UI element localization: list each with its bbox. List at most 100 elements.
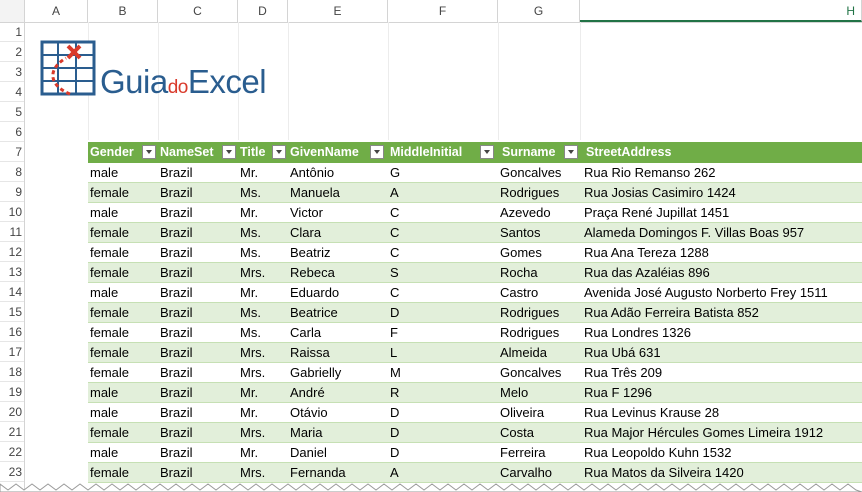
row-header[interactable]: 4 (0, 82, 24, 102)
table-cell[interactable]: Clara (290, 223, 321, 243)
row-header[interactable]: 19 (0, 382, 24, 402)
column-header-d[interactable]: D (238, 0, 288, 22)
table-cell[interactable]: F (390, 323, 398, 343)
table-cell[interactable]: female (90, 343, 129, 363)
row-header[interactable]: 18 (0, 362, 24, 382)
table-cell[interactable]: Rua Levinus Krause 28 (584, 403, 719, 423)
table-cell[interactable]: Melo (500, 383, 528, 403)
row-header[interactable]: 2 (0, 42, 24, 62)
table-cell[interactable]: Daniel (290, 443, 327, 463)
table-cell[interactable]: Rua Major Hércules Gomes Limeira 1912 (584, 423, 823, 443)
table-cell[interactable]: L (390, 343, 397, 363)
table-cell[interactable]: A (390, 183, 399, 203)
table-cell[interactable]: Rua F 1296 (584, 383, 652, 403)
table-cell[interactable]: Ms. (240, 243, 261, 263)
table-cell[interactable]: Mrs. (240, 423, 265, 443)
header-nameset[interactable]: NameSet (158, 142, 214, 163)
table-cell[interactable]: Rodrigues (500, 183, 559, 203)
table-cell[interactable]: C (390, 203, 399, 223)
table-cell[interactable]: Rua Leopoldo Kuhn 1532 (584, 443, 731, 463)
table-cell[interactable]: Rua Londres 1326 (584, 323, 691, 343)
table-cell[interactable]: Raissa (290, 343, 330, 363)
select-all-corner[interactable] (0, 0, 25, 22)
filter-dropdown-icon[interactable] (370, 145, 384, 159)
column-header-c[interactable]: C (158, 0, 238, 22)
table-cell[interactable]: male (90, 283, 118, 303)
table-cell[interactable]: Rua Josias Casimiro 1424 (584, 183, 736, 203)
table-cell[interactable]: C (390, 283, 399, 303)
table-cell[interactable]: Ferreira (500, 443, 546, 463)
row-header[interactable]: 21 (0, 422, 24, 442)
table-cell[interactable]: Castro (500, 283, 538, 303)
table-cell[interactable]: Maria (290, 423, 323, 443)
table-cell[interactable]: S (390, 263, 399, 283)
table-cell[interactable]: Brazil (160, 443, 193, 463)
table-cell[interactable]: female (90, 423, 129, 443)
row-header[interactable]: 13 (0, 262, 24, 282)
table-cell[interactable]: Ms. (240, 303, 261, 323)
table-cell[interactable]: Mrs. (240, 263, 265, 283)
table-cell[interactable]: Goncalves (500, 163, 561, 183)
table-cell[interactable]: Mr. (240, 203, 258, 223)
table-cell[interactable]: Victor (290, 203, 323, 223)
table-cell[interactable]: Rodrigues (500, 323, 559, 343)
table-cell[interactable]: Mr. (240, 163, 258, 183)
row-header[interactable]: 16 (0, 322, 24, 342)
table-cell[interactable]: Antônio (290, 163, 334, 183)
row-header[interactable]: 20 (0, 402, 24, 422)
table-cell[interactable]: Costa (500, 423, 534, 443)
table-cell[interactable]: Brazil (160, 383, 193, 403)
column-header-a[interactable]: A (25, 0, 88, 22)
table-cell[interactable]: Otávio (290, 403, 328, 423)
column-header-f[interactable]: F (388, 0, 498, 22)
table-cell[interactable]: Mrs. (240, 343, 265, 363)
table-cell[interactable]: C (390, 223, 399, 243)
table-cell[interactable]: Brazil (160, 303, 193, 323)
filter-dropdown-icon[interactable] (480, 145, 494, 159)
row-header[interactable]: 22 (0, 442, 24, 462)
table-cell[interactable]: Beatriz (290, 243, 330, 263)
header-middleinitial[interactable]: MiddleInitial (388, 142, 462, 163)
table-cell[interactable]: Brazil (160, 203, 193, 223)
header-gender[interactable]: Gender (88, 142, 134, 163)
table-cell[interactable]: Eduardo (290, 283, 339, 303)
header-givenname[interactable]: GivenName (288, 142, 359, 163)
table-cell[interactable]: Rua Ana Tereza 1288 (584, 243, 709, 263)
table-cell[interactable]: M (390, 363, 401, 383)
table-cell[interactable]: female (90, 263, 129, 283)
table-cell[interactable]: Brazil (160, 363, 193, 383)
table-cell[interactable]: Gomes (500, 243, 542, 263)
table-cell[interactable]: male (90, 383, 118, 403)
table-cell[interactable]: Oliveira (500, 403, 544, 423)
table-cell[interactable]: Gabrielly (290, 363, 341, 383)
table-cell[interactable]: male (90, 203, 118, 223)
table-cell[interactable]: Santos (500, 223, 540, 243)
row-header[interactable]: 6 (0, 122, 24, 142)
table-cell[interactable]: Brazil (160, 223, 193, 243)
filter-dropdown-icon[interactable] (272, 145, 286, 159)
table-cell[interactable]: Beatrice (290, 303, 338, 323)
row-header[interactable]: 14 (0, 282, 24, 302)
table-cell[interactable]: R (390, 383, 399, 403)
row-header[interactable]: 8 (0, 162, 24, 182)
table-cell[interactable]: female (90, 303, 129, 323)
filter-dropdown-icon[interactable] (222, 145, 236, 159)
table-cell[interactable]: Brazil (160, 343, 193, 363)
table-cell[interactable]: André (290, 383, 325, 403)
table-cell[interactable]: Brazil (160, 263, 193, 283)
header-title[interactable]: Title (238, 142, 265, 163)
table-cell[interactable]: D (390, 303, 399, 323)
table-cell[interactable]: Rodrigues (500, 303, 559, 323)
table-cell[interactable]: Carla (290, 323, 321, 343)
table-cell[interactable]: male (90, 403, 118, 423)
table-cell[interactable]: Rua Ubá 631 (584, 343, 661, 363)
column-header-g[interactable]: G (498, 0, 580, 22)
table-cell[interactable]: Ms. (240, 183, 261, 203)
table-cell[interactable]: Brazil (160, 323, 193, 343)
table-cell[interactable]: Goncalves (500, 363, 561, 383)
row-header[interactable]: 15 (0, 302, 24, 322)
table-cell[interactable]: Ms. (240, 223, 261, 243)
table-cell[interactable]: Avenida José Augusto Norberto Frey 1511 (584, 283, 828, 303)
table-cell[interactable]: female (90, 323, 129, 343)
column-header-h[interactable]: H (580, 0, 862, 22)
